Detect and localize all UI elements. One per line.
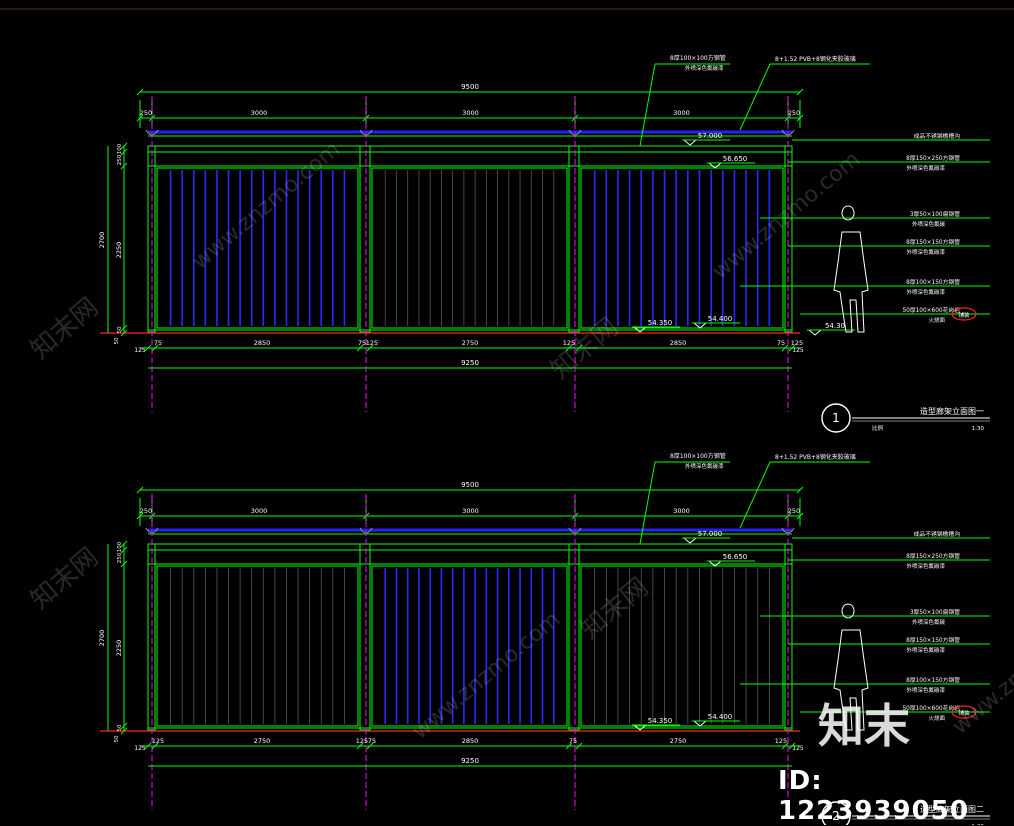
callout-top-right-text: 8+1.52 PVB+8钢化夹胶玻璃 xyxy=(775,55,856,63)
overall-top-dim-text: 9500 xyxy=(461,481,479,489)
right-callout-line2: 外喷深色氟碳漆 xyxy=(906,646,945,654)
height-part-text: 2250 xyxy=(115,242,123,259)
bottom-segment-dim-text: 125 xyxy=(152,737,164,745)
right-callout-line2: 外喷深色氟碳漆 xyxy=(906,248,945,256)
top-segment-dim-text: 3000 xyxy=(673,109,690,117)
height-part-text: 100 xyxy=(117,143,123,154)
bottom-segment-dim-text: 125 xyxy=(791,339,803,347)
right-callout-line2: 外喷深色氟碳漆 xyxy=(906,288,945,296)
bottom-segment-dim-text: 125 xyxy=(775,737,787,745)
callout-top-left-line2: 外喷深色氟碳漆 xyxy=(685,462,724,470)
callout-top-left-line2: 外喷深色氟碳漆 xyxy=(685,64,724,72)
right-callout-line2: 火烧面 xyxy=(928,714,945,722)
bottom-segment-dim-text: 2850 xyxy=(670,339,687,347)
drawing-number-text: 1 xyxy=(832,411,840,425)
scale-value: 1:30 xyxy=(972,426,985,432)
level-paving-label: 54.30 xyxy=(825,322,845,330)
scale-label: 比例 xyxy=(872,424,884,432)
right-callout-line2: 外喷深色氟碳漆 xyxy=(906,164,945,172)
level-beam-label: 56.650 xyxy=(723,155,748,163)
height-part-text: 250 xyxy=(117,154,123,165)
callout-top-left-line1: 8厚100×100方钢管 xyxy=(670,54,726,62)
right-callout-line1: 50厚100×600花岗岩 xyxy=(902,704,960,712)
callout-top-left-line1: 8厚100×100方钢管 xyxy=(670,452,726,460)
drawing-title: 造型廊架立面图一 xyxy=(920,406,984,416)
watermark-id-label: ID: 1223939050 xyxy=(778,766,969,826)
callout-top-right-text: 8+1.52 PVB+8钢化夹胶玻璃 xyxy=(775,453,856,461)
bottom-edge-dim-text: 125 xyxy=(134,347,146,354)
level-beam-label: 56.650 xyxy=(723,553,748,561)
top-segment-dim-text: 3000 xyxy=(462,109,479,117)
right-callout-line1: 成品不锈钢檐槽沟 xyxy=(914,530,961,538)
level-floor-label: 54.350 xyxy=(648,319,673,327)
level-roof-label: 57.000 xyxy=(698,132,723,140)
overall-bottom-dim-text: 9250 xyxy=(461,359,479,367)
right-callout-line1: 8厚150×150方钢管 xyxy=(906,636,960,644)
height-part-text: 50 xyxy=(114,337,120,344)
right-callout-line1: 3厚50×100扁钢管 xyxy=(910,608,960,616)
bottom-segment-dim-text: 75 xyxy=(154,339,162,347)
right-callout-line2: 火烧面 xyxy=(928,316,945,324)
right-callout-line1: 50厚100×600花岗岩 xyxy=(902,306,960,314)
right-callout-line1: 8厚150×250方钢管 xyxy=(906,552,960,560)
overall-bottom-dim-text: 9250 xyxy=(461,757,479,765)
top-segment-dim-text: 3000 xyxy=(251,507,268,515)
bottom-segment-dim-text: 2750 xyxy=(670,737,687,745)
bottom-segment-dim-text: 2750 xyxy=(254,737,271,745)
paving-marker-text: 铺装 xyxy=(958,311,970,319)
level-sill-label: 54.400 xyxy=(708,315,733,323)
height-part-text: 50 xyxy=(114,735,120,742)
right-callout-line1: 8厚100×150方钢管 xyxy=(906,676,960,684)
right-callout-line1: 3厚50×100扁钢管 xyxy=(910,210,960,218)
top-segment-dim-text: 3000 xyxy=(462,507,479,515)
top-segment-dim-text: 3000 xyxy=(251,109,268,117)
bottom-segment-dim-text: 75 xyxy=(777,339,785,347)
level-floor-label: 54.350 xyxy=(648,717,673,725)
height-part-text: 100 xyxy=(117,541,123,552)
right-callout-line2: 外喷深色氟碳漆 xyxy=(906,562,945,570)
height-part-text: 2250 xyxy=(115,640,123,657)
bottom-segment-dim-text: 2850 xyxy=(254,339,271,347)
bottom-segment-dim-text: 2850 xyxy=(462,737,479,745)
level-roof-label: 57.000 xyxy=(698,530,723,538)
right-callout-line2: 外喷深色氟碳 xyxy=(912,220,946,228)
bottom-segment-dim-text: 75 xyxy=(569,737,577,745)
right-callout-line1: 8厚150×250方钢管 xyxy=(906,154,960,162)
watermark-logo: 知末 xyxy=(818,699,910,753)
height-total-text: 2700 xyxy=(98,232,106,249)
right-callout-line2: 外喷深色氟碳漆 xyxy=(906,686,945,694)
right-callout-line1: 8厚150×150方钢管 xyxy=(906,238,960,246)
right-callout-line2: 外喷深色氟碳 xyxy=(912,618,946,626)
bottom-edge-dim-text: 125 xyxy=(792,745,804,752)
bottom-segment-dim-text: 2750 xyxy=(462,339,479,347)
bottom-edge-dim-text: 125 xyxy=(134,745,146,752)
height-total-text: 2700 xyxy=(98,630,106,647)
right-callout-line1: 成品不锈钢檐槽沟 xyxy=(914,132,961,140)
bottom-edge-dim-text: 125 xyxy=(792,347,804,354)
top-segment-dim-text: 3000 xyxy=(673,507,690,515)
height-part-text: 250 xyxy=(117,552,123,563)
level-sill-label: 54.400 xyxy=(708,713,733,721)
overall-top-dim-text: 9500 xyxy=(461,83,479,91)
right-callout-line1: 8厚100×150方钢管 xyxy=(906,278,960,286)
